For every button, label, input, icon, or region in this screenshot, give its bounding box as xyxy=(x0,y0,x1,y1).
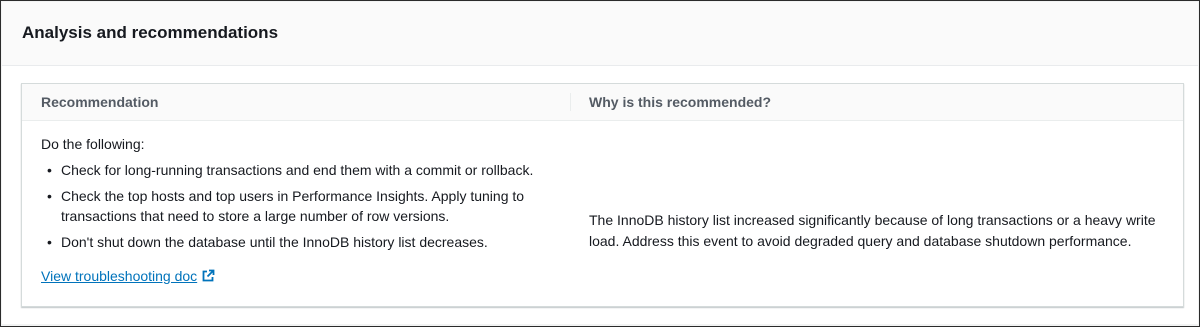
column-header-recommendation: Recommendation xyxy=(41,94,159,110)
troubleshooting-doc-link[interactable]: View troubleshooting doc xyxy=(41,266,215,288)
panel-header: Analysis and recommendations xyxy=(2,2,1198,66)
list-item: Check the top hosts and top users in Per… xyxy=(47,186,561,226)
panel-title: Analysis and recommendations xyxy=(22,23,279,42)
panel-body: Recommendation Why is this recommended? … xyxy=(2,66,1198,324)
list-item: Don't shut down the database until the I… xyxy=(47,232,561,252)
recommendations-table: Recommendation Why is this recommended? … xyxy=(21,83,1184,307)
recommendation-intro: Do the following: xyxy=(41,136,145,152)
recommendation-steps: Check for long-running transactions and … xyxy=(41,160,561,252)
analysis-panel: Analysis and recommendations Recommendat… xyxy=(0,0,1200,327)
recommendation-cell: Do the following: Check for long-running… xyxy=(41,134,561,288)
list-item: Check for long-running transactions and … xyxy=(47,160,561,180)
troubleshooting-doc-link-label: View troubleshooting doc xyxy=(41,268,198,284)
column-divider xyxy=(570,93,571,111)
reason-cell: The InnoDB history list increased signif… xyxy=(589,212,1156,249)
column-header-why: Why is this recommended? xyxy=(589,94,772,110)
table-header: Recommendation Why is this recommended? xyxy=(22,84,1183,121)
external-link-icon xyxy=(201,268,215,288)
